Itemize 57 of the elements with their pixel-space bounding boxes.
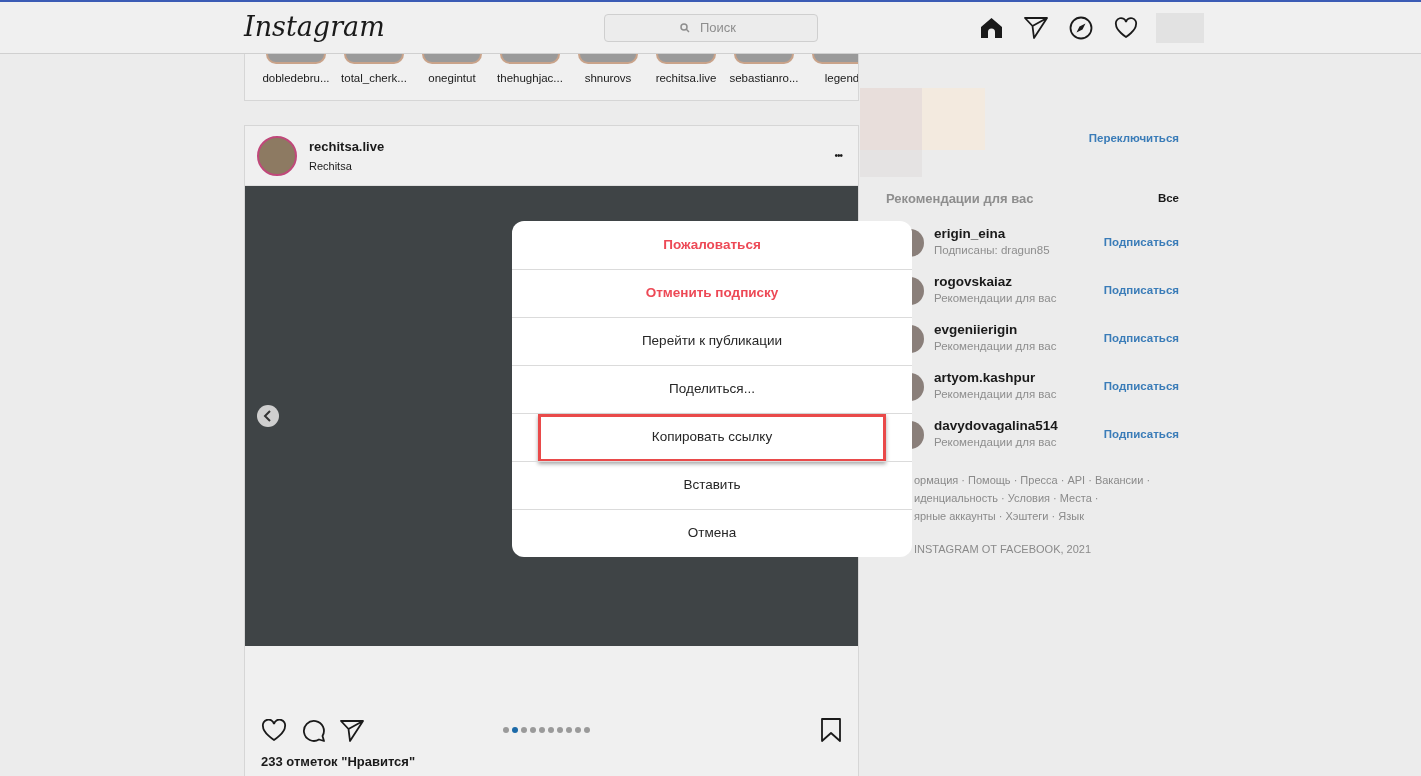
follow-button[interactable]: Подписаться [1103,329,1179,348]
search-field[interactable]: Поиск [604,13,818,42]
heart-icon[interactable] [1114,16,1138,39]
follow-button[interactable]: Подписаться [1103,233,1179,252]
menu-item[interactable]: Поделиться... [512,366,912,413]
suggested-username[interactable]: evgeniierigin [934,321,1057,338]
suggested-username[interactable]: rogovskaiaz [934,273,1057,290]
story-avatar[interactable] [578,54,638,64]
story-username[interactable]: rechitsa.live [655,70,717,88]
story-avatar[interactable] [344,54,404,64]
menu-item[interactable]: Вставить [512,462,912,509]
menu-item[interactable]: Пожаловаться [512,221,912,269]
follow-button[interactable]: Подписаться [1103,377,1179,396]
post-author[interactable]: rechitsa.live [309,136,835,156]
suggestion-reason: Рекомендации для вас [934,290,1057,306]
paper-plane-icon[interactable] [340,718,364,742]
story-avatar[interactable] [500,54,560,64]
author-avatar[interactable] [257,135,297,176]
logo[interactable]: Instagram [244,7,604,48]
menu-item[interactable]: Отмена [512,510,912,557]
follow-button[interactable]: Подписаться [1103,425,1179,444]
post-location[interactable]: Rechitsa [309,158,835,175]
suggested-username[interactable]: erigin_eina [934,225,1050,242]
suggestion-reason: Рекомендации для вас [934,386,1057,402]
paper-plane-icon[interactable] [1024,16,1048,39]
suggestion-reason: Рекомендации для вас [934,338,1057,354]
story-username[interactable]: sebastianro... [729,70,799,88]
story-avatar[interactable] [812,54,858,64]
story-username[interactable]: thehughjac... [497,70,563,88]
bookmark-icon[interactable] [820,717,842,743]
comment-icon[interactable] [301,717,326,743]
switch-account-link[interactable]: Переключиться [1088,130,1179,177]
suggestion-reason: Подписаны: dragun85 [934,242,1050,258]
suggested-username[interactable]: davydovagalina514 [934,417,1058,434]
story-avatar[interactable] [266,54,326,64]
menu-item[interactable]: Перейти к публикации [512,318,912,365]
story-username[interactable]: shnurovs [584,70,632,88]
story-username[interactable]: onegintut [428,70,476,88]
story-username[interactable]: total_cherk... [341,70,407,88]
story-username[interactable]: legend [824,70,858,88]
likes-count[interactable]: 233 отметок "Нравится" [245,754,858,769]
story-avatar[interactable] [734,54,794,64]
copyright-text: INSTAGRAM ОТ FACEBOOK, 2021 [914,541,1093,557]
more-options[interactable]: ••• [834,148,842,163]
story-avatar[interactable] [422,54,482,64]
suggestions-heading: Рекомендации для вас [886,190,1034,208]
suggestion-reason: Рекомендации для вас [934,434,1058,450]
compass-icon[interactable] [1069,15,1093,40]
story-avatar[interactable] [656,54,716,64]
search-icon [680,22,690,33]
see-all-link[interactable]: Все [1157,190,1179,208]
follow-button[interactable]: Подписаться [1103,281,1179,300]
suggested-username[interactable]: artyom.kashpur [934,369,1057,386]
menu-item[interactable]: Отменить подписку [512,270,912,317]
home-icon[interactable] [980,16,1003,39]
like-heart-icon[interactable] [261,718,287,742]
story-username[interactable]: dobledebru... [262,70,330,88]
